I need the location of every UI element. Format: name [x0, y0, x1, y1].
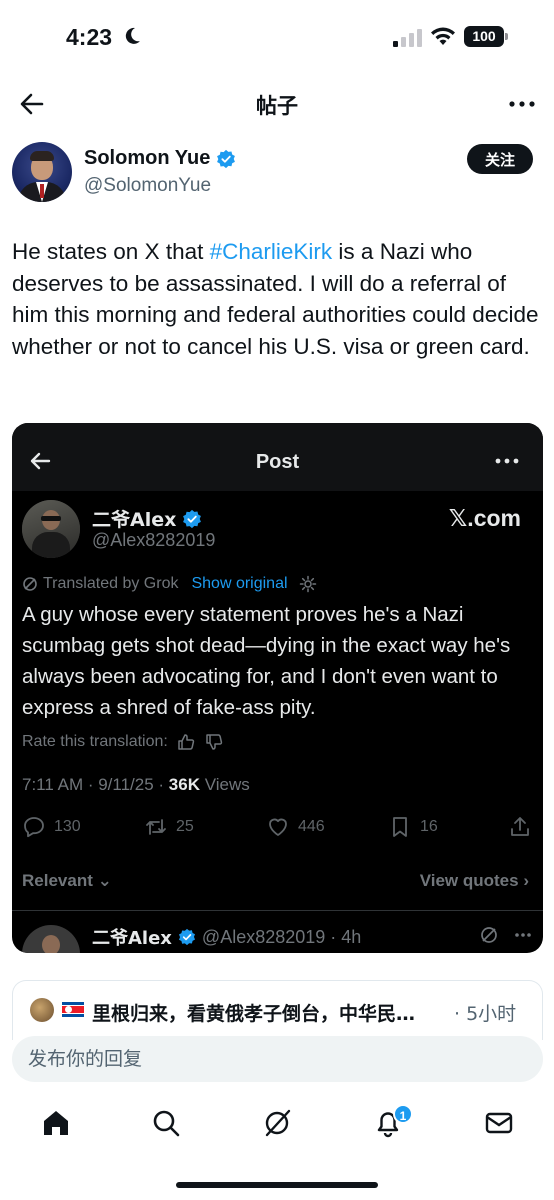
chevron-right-icon: ›: [523, 871, 529, 890]
tweet-text-lead: He states on X that: [12, 239, 210, 264]
search-icon[interactable]: [151, 1108, 181, 1138]
share-icon: [511, 817, 529, 836]
embed-reply-icons: [479, 925, 533, 945]
embed-divider: [12, 910, 543, 911]
embed-bookmark-action: 16: [388, 815, 438, 839]
embed-verified-badge-icon: [183, 509, 202, 528]
embed-reply-name: 二爷Alex: [92, 928, 172, 949]
author-handle[interactable]: @SolomonYue: [84, 175, 211, 197]
thumbs-down-icon: [206, 734, 223, 750]
post-timestamp: 7:11 AM · 9/11/25 ·: [22, 775, 169, 794]
x-com-watermark: 𝕏.com: [448, 505, 521, 531]
notification-badge: 1: [393, 1104, 413, 1124]
reply-preview-text: 里根归来，看黄俄孝子倒台，中华民…: [92, 1003, 416, 1025]
embed-like-action: 446: [266, 815, 325, 839]
embed-reply-action: 130: [22, 815, 81, 839]
reply-avatar: [30, 998, 54, 1022]
grok-icon: [481, 927, 497, 943]
like-count: 446: [298, 818, 325, 835]
view-quotes-label: View quotes: [419, 871, 519, 890]
messages-envelope-icon[interactable]: [484, 1108, 514, 1138]
embed-title: Post: [255, 451, 300, 473]
embed-repost-action: 25: [144, 815, 194, 839]
repost-icon: [146, 819, 166, 835]
verified-badge-icon: [217, 149, 236, 168]
embed-reply-header: 二爷Alex @Alex8282019 · 4h: [92, 924, 361, 950]
chevron-down-icon: ⌄: [97, 871, 112, 890]
settings-gear-icon: [299, 575, 316, 593]
moon-icon: [125, 27, 140, 44]
grok-icon: [23, 577, 37, 591]
thumbs-up-icon: [178, 734, 195, 750]
repost-count: 25: [176, 818, 194, 835]
grok-icon[interactable]: [262, 1108, 292, 1138]
embed-author-name-row: 二爷Alex: [92, 505, 202, 532]
more-icon: [515, 933, 531, 937]
embed-reply-avatar: [22, 925, 80, 953]
embed-author-name: 二爷Alex: [92, 509, 177, 531]
cellular-signal-icon: [393, 29, 422, 47]
home-indicator: [176, 1182, 378, 1188]
tweet-text: He states on X that #CharlieKirk is a Na…: [12, 236, 542, 362]
embed-more-icon: [495, 458, 519, 464]
heart-icon: [269, 818, 287, 836]
north-korea-flag-icon: [62, 1002, 84, 1017]
embed-post-body: A guy whose every statement proves he's …: [22, 603, 511, 719]
rate-translation-row: Rate this translation:: [22, 732, 224, 752]
wifi-icon: [431, 27, 455, 45]
translated-label: Translated by Grok: [43, 575, 179, 592]
embed-action-bar: 130 25 446 16: [22, 815, 532, 843]
author-name-row[interactable]: Solomon Yue: [84, 147, 236, 170]
home-icon[interactable]: [41, 1108, 71, 1138]
embed-reply-handle: @Alex8282019 · 4h: [201, 926, 362, 947]
views-label: Views: [199, 775, 250, 794]
reply-input[interactable]: [12, 1036, 543, 1082]
battery-level: 100: [464, 26, 504, 47]
reply-icon: [24, 817, 44, 838]
relevant-label: Relevant: [22, 871, 93, 890]
status-time: 4:23: [66, 24, 113, 50]
more-options-icon[interactable]: [508, 92, 536, 116]
rate-translation-label: Rate this translation:: [22, 733, 168, 750]
translated-by-grok-row: Translated by Grok Show original: [22, 575, 317, 593]
bookmark-count: 16: [420, 818, 438, 835]
tab-bar: [0, 1096, 554, 1156]
status-bar: 4:23 100: [0, 0, 554, 76]
bookmark-icon: [393, 817, 407, 837]
embed-nav: Post: [12, 423, 543, 491]
views-count: 36K: [168, 775, 200, 794]
author-avatar[interactable]: [12, 142, 72, 202]
embed-author-handle: @Alex8282019: [92, 530, 216, 550]
reply-preview-time: · 5小时: [454, 1003, 517, 1025]
show-original-link: Show original: [191, 575, 288, 592]
relevant-sort: Relevant ⌄: [22, 871, 112, 891]
reply-preview[interactable]: 里根归来，看黄俄孝子倒台，中华民… · 5小时: [12, 980, 543, 1040]
author-name[interactable]: Solomon Yue: [84, 147, 210, 170]
nav-header: 帖子: [0, 76, 554, 132]
post-timestamp-row: 7:11 AM · 9/11/25 · 36K Views: [22, 775, 250, 795]
hashtag-link[interactable]: #CharlieKirk: [210, 239, 333, 264]
reply-count: 130: [54, 818, 81, 835]
follow-button[interactable]: 关注: [467, 144, 533, 174]
battery-tip: [505, 33, 508, 40]
embed-reply-verified-icon: [178, 928, 195, 946]
battery-indicator: 100: [464, 26, 508, 47]
attached-screenshot[interactable]: Post 二爷Alex @Alex8282019 𝕏.com Translate…: [12, 423, 543, 953]
view-quotes-link: View quotes ›: [420, 871, 529, 891]
embed-share-action: [508, 815, 532, 839]
page-title: 帖子: [256, 94, 298, 118]
embed-author-avatar: [22, 500, 80, 558]
